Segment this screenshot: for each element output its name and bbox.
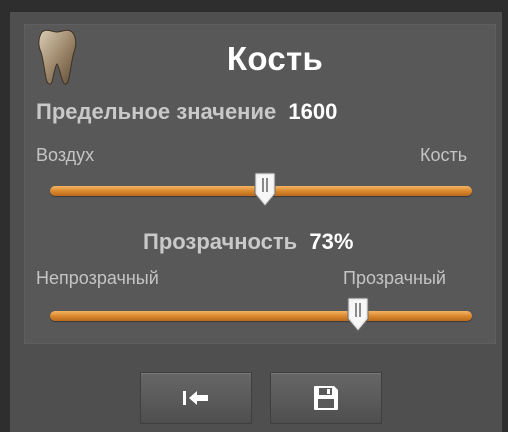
threshold-left-label: Воздух xyxy=(36,145,95,165)
tooth-icon xyxy=(38,29,77,85)
panel-title: Кость xyxy=(226,40,324,77)
reset-button[interactable] xyxy=(140,372,252,424)
tissue-settings-window: Кость Предельное значение 1600 Воздух Ко… xyxy=(0,0,508,432)
reset-to-start-icon xyxy=(183,391,208,405)
transparency-left-label: Непрозрачный xyxy=(36,268,159,288)
transparency-label-row: Прозрачность 73% xyxy=(143,229,353,255)
threshold-value: 1600 xyxy=(288,99,338,124)
transparency-slider-track[interactable] xyxy=(50,311,472,321)
window-border-right xyxy=(502,0,508,432)
window-border-left xyxy=(0,0,10,432)
threshold-slider[interactable] xyxy=(50,172,472,212)
threshold-label-row: Предельное значение 1600 xyxy=(36,99,337,125)
threshold-label: Предельное значение xyxy=(36,99,277,124)
transparency-label: Прозрачность xyxy=(143,229,298,254)
save-icon xyxy=(314,386,338,410)
transparency-right-label: Прозрачный xyxy=(343,268,446,288)
save-button[interactable] xyxy=(270,372,382,424)
transparency-slider-thumb[interactable] xyxy=(347,297,369,333)
window-border-top xyxy=(0,0,508,12)
transparency-slider[interactable] xyxy=(50,297,472,337)
transparency-value: 73% xyxy=(309,229,354,254)
threshold-slider-thumb[interactable] xyxy=(254,172,276,208)
threshold-right-label: Кость xyxy=(420,145,468,165)
